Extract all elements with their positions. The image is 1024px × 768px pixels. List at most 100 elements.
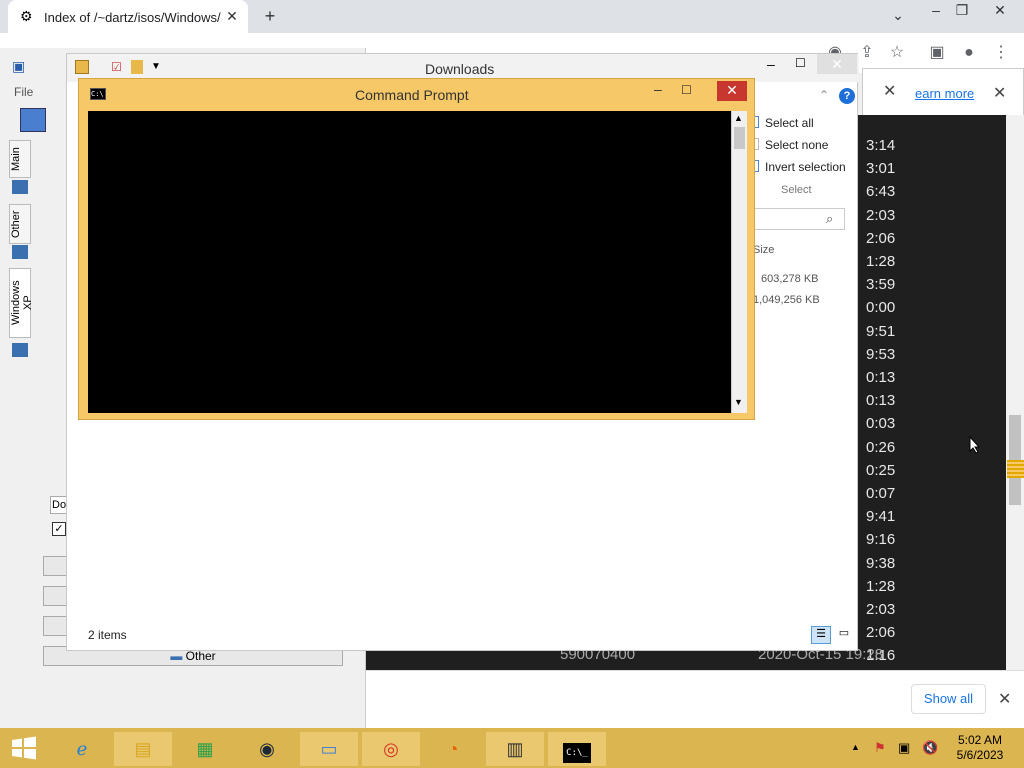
listing-timestamp: 3:14 [866,137,896,154]
quick-access-dropdown-icon[interactable]: ▼ [151,61,161,72]
scroll-marker [1007,460,1024,478]
file-size-2: 1,049,256 KB [753,294,820,306]
listing-timestamp: 2:06 [866,624,896,642]
select-all-button[interactable]: Select all [765,116,814,130]
explorer-maximize-icon[interactable]: ☐ [795,56,806,70]
cmd-app-icon: C:\ [90,88,106,100]
search-icon: ⌕ [826,211,834,226]
clock-date: 5/6/2023 [956,748,1004,762]
page-scrollbar[interactable] [1007,115,1024,670]
listing-timestamp: 2:03 [866,206,896,224]
folder-icon [75,60,89,74]
windows-xp-tab-icon [12,343,28,357]
browser-menu-icon[interactable]: ⋮ [990,42,1012,64]
learn-more-link[interactable]: earn more [915,86,974,101]
listing-timestamp: 1:28 [866,253,896,270]
tab-close-icon[interactable]: ✕ [222,8,242,25]
new-folder-icon[interactable] [131,60,143,74]
listing-timestamp: 9:41 [866,508,896,526]
infobar-dismiss-icon[interactable]: ✕ [993,83,1006,103]
listing-timestamp: 9:53 [866,345,896,363]
select-group-label: Select [781,184,812,196]
cmd-scrollbar[interactable]: ▲ ▼ [731,111,747,413]
side-panel-icon[interactable]: ▣ [926,42,948,64]
vtab-main[interactable]: Main [9,140,31,178]
option-checkbox[interactable]: ✓ [52,522,66,536]
listing-timestamp: 0:25 [866,461,896,479]
cmd-close-icon[interactable]: ✕ [717,81,747,101]
listing-timestamp: 3:59 [866,276,896,294]
show-hidden-icons-icon[interactable]: ▲ [851,742,860,752]
remote-desktop-icon[interactable]: ▭ [300,732,358,766]
details-view-icon[interactable]: ☰ [811,626,831,644]
help-icon[interactable]: ? [839,88,855,104]
listing-timestamp: 6:43 [866,183,896,201]
notes-app-icon[interactable]: ▥ [486,732,544,766]
new-tab-icon[interactable]: + [260,6,280,27]
close-window-icon[interactable]: ✕ [990,2,1010,19]
cmd-console-area[interactable] [88,111,731,413]
show-all-button[interactable]: Show all [911,684,986,714]
system-clock[interactable]: 5:02 AM 5/6/2023 [950,733,1010,763]
browser-tab[interactable]: ⚙ Index of /~dartz/isos/Windows/ ✕ [8,0,248,33]
large-icons-view-icon[interactable]: ▭ [835,626,853,644]
cmd-scroll-up-icon[interactable]: ▲ [734,113,743,123]
explorer-close-icon[interactable]: ✕ [817,54,857,74]
firefox-icon[interactable]: ◔ [424,732,482,766]
share-icon[interactable]: ⇪ [856,42,878,64]
store-icon[interactable]: ▦ [176,732,234,766]
menu-file[interactable]: File [14,85,33,99]
browser-tab-strip: ⚙ Index of /~dartz/isos/Windows/ ✕ + ⌄ –… [0,0,1024,33]
network-icon[interactable]: ▣ [898,740,910,756]
listing-timestamp: 3:01 [866,160,896,178]
chrome-icon[interactable]: ◎ [362,732,420,766]
invert-selection-button[interactable]: Invert selection [765,160,846,174]
cmd-scroll-thumb[interactable] [734,127,745,149]
listing-timestamp: 9:16 [866,531,896,549]
listing-timestamp: 2:06 [866,229,896,247]
action-center-flag-icon[interactable]: ⚑ [874,740,886,756]
vtab-other[interactable]: Other [9,204,31,244]
command-prompt-taskbar-icon[interactable]: C:\_ [548,732,606,766]
select-none-button[interactable]: Select none [765,138,828,152]
computer-icon [20,108,46,132]
explorer-minimize-icon[interactable]: – [767,56,775,72]
listing-timestamp: 0:26 [866,438,896,456]
cmd-scroll-down-icon[interactable]: ▼ [734,397,743,407]
other-button-label: Other [185,649,216,663]
main-tab-icon [12,180,28,194]
size-column-header[interactable]: Size [753,244,774,256]
listing-timestamp: 9:51 [866,322,896,340]
search-box[interactable]: ⌕ [753,208,845,230]
site-favicon-icon: ⚙ [20,8,33,24]
minimize-icon[interactable]: – [926,2,946,18]
listing-timestamp: 0:13 [866,369,896,386]
profile-avatar-icon[interactable]: ● [958,42,980,64]
start-windows-icon[interactable] [10,735,38,761]
clock-time: 5:02 AM [957,733,1003,747]
maximize-icon[interactable]: ❐ [952,2,972,19]
listing-timestamp: 0:00 [866,299,896,317]
info-bar: ✕ earn more ✕ [862,68,1024,116]
cmd-minimize-icon[interactable]: – [654,81,662,97]
internet-explorer-icon[interactable]: ℯ [53,732,111,766]
folder-icon: ▬ [170,649,183,663]
listing-timestamp: 0:13 [866,392,896,410]
command-prompt-window: C:\ Command Prompt – ☐ ✕ ▲ ▼ [78,78,755,420]
listing-timestamp: 1:28 [866,577,896,595]
vtab-windows-xp[interactable]: Windows XP [9,268,34,338]
tab-search-chevron-icon[interactable]: ⌄ [888,7,908,24]
volume-muted-icon[interactable]: 🔇 [922,740,938,756]
downloads-bar-close-icon[interactable]: ✕ [998,689,1011,709]
file-size-1: 603,278 KB [761,273,819,285]
cmd-maximize-icon[interactable]: ☐ [681,83,692,97]
steam-icon[interactable]: ◉ [238,732,296,766]
properties-icon[interactable]: ☑ [111,60,122,74]
listing-timestamp: 2:03 [866,601,896,618]
infobar-close-icon[interactable]: ✕ [883,81,896,101]
ribbon-collapse-icon[interactable]: ⌃ [819,88,829,102]
bookmark-star-icon[interactable]: ☆ [886,42,908,64]
file-explorer-icon[interactable]: ▤ [114,732,172,766]
app-icon: ▣ [12,58,26,74]
listing-timestamp: 0:03 [866,415,896,433]
